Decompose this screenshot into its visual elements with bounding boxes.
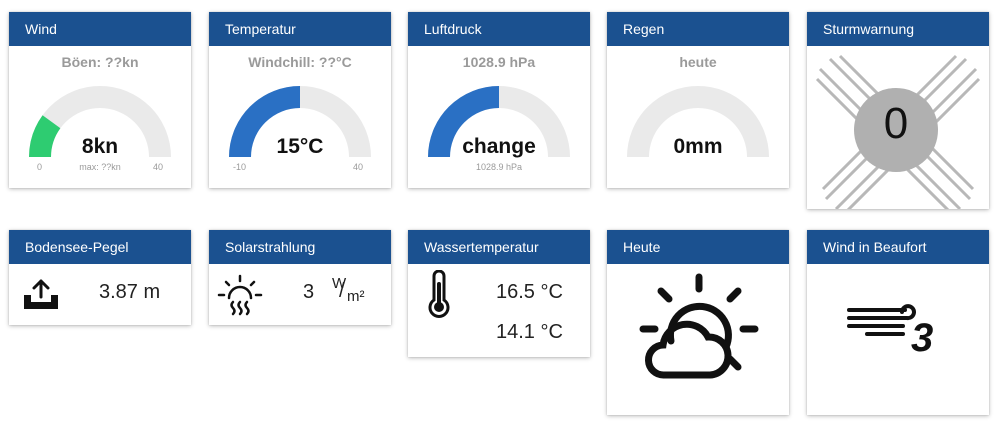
solar-card-title: Solarstrahlung [209, 230, 391, 264]
wind-card-title: Wind [9, 12, 191, 46]
beaufort-card-title: Wind in Beaufort [807, 230, 989, 264]
water-temperature-value-2: 14.1 °C [496, 321, 563, 343]
solar-unit-denominator: m² [347, 288, 365, 305]
lake-level-card: Bodensee-Pegel 3.87 m [9, 230, 191, 325]
pressure-card-title: Luftdruck [408, 12, 590, 46]
pressure-value: change [462, 135, 536, 158]
rain-value: 0mm [673, 135, 723, 158]
solar-card: Solarstrahlung 3 W / m² [209, 230, 391, 325]
lake-level-value: 3.87 m [99, 281, 161, 303]
water-temperature-card-title: Wassertemperatur [408, 230, 590, 264]
wind-max-tick: 40 [153, 162, 164, 172]
wind-min-tick: 0 [37, 162, 43, 172]
temperature-value: 15°C [276, 135, 324, 158]
temperature-max-tick: 40 [353, 162, 364, 172]
beaufort-card: Wind in Beaufort 3 [807, 230, 989, 415]
water-level-icon [24, 279, 58, 309]
today-card: Heute [607, 230, 789, 415]
storm-card-title: Sturmwarnung [807, 12, 989, 46]
lake-level-card-title: Bodensee-Pegel [9, 230, 191, 264]
wind-beaufort-3-icon [847, 304, 916, 336]
solar-unit-slash: / [339, 280, 345, 302]
pressure-card: Luftdruck 1028.9 hPa change 1028.9 hPa [408, 12, 590, 188]
partly-cloudy-icon [639, 273, 759, 379]
solar-value: 3 [303, 281, 315, 303]
sun-heat-icon [217, 274, 263, 316]
temperature-min-tick: -10 [233, 162, 247, 172]
thermometer-icon [428, 270, 450, 318]
water-temperature-value-1: 16.5 °C [496, 281, 563, 303]
wind-value: 8kn [81, 135, 119, 158]
water-temperature-card: Wassertemperatur 16.5 °C 14.1 °C [408, 230, 590, 357]
wind-card: Wind Böen: ??kn 8kn max: ??kn 0 40 [9, 12, 191, 188]
rain-card: Regen heute 0mm [607, 12, 789, 188]
rain-gauge [627, 86, 769, 158]
pressure-secondary: 1028.9 hPa [475, 162, 523, 172]
storm-value: 0 [883, 99, 909, 148]
storm-card: Sturmwarnung 0 [807, 12, 989, 209]
today-card-title: Heute [607, 230, 789, 264]
temperature-card: Temperatur Windchill: ??°C 15°C -10 40 [209, 12, 391, 188]
temperature-card-title: Temperatur [209, 12, 391, 46]
beaufort-value: 3 [911, 316, 934, 360]
rain-card-title: Regen [607, 12, 789, 46]
